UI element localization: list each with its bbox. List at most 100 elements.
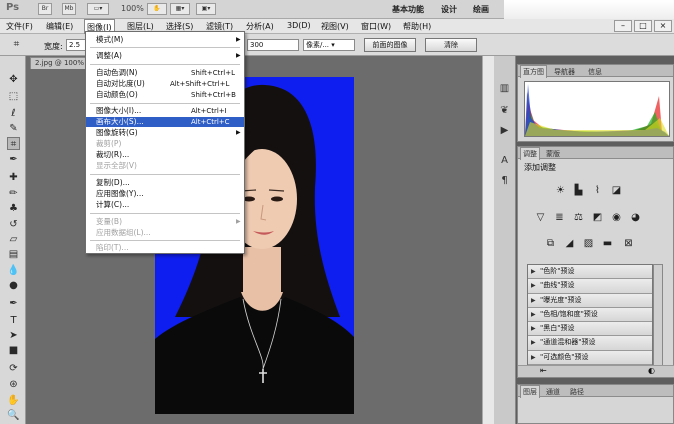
clone-stamp-icon[interactable]: ♣ <box>7 202 20 215</box>
menu-window[interactable]: 窗口(W) <box>361 21 391 32</box>
preset-selective-color[interactable]: ▶ "可选颜色"预设 <box>528 350 652 366</box>
width-field[interactable]: 2.5 <box>66 39 86 51</box>
brightness-contrast-icon[interactable]: ☀ <box>554 184 567 197</box>
path-select-tool-icon[interactable]: ➤ <box>7 329 20 342</box>
preset-exposure[interactable]: ▶ "曝光度"预设 <box>528 293 652 308</box>
menu-item-calculations[interactable]: 计算(C)... <box>86 200 244 210</box>
hue-saturation-icon[interactable]: ≣ <box>553 211 566 224</box>
zoom-tool-icon[interactable]: 🔍 <box>7 409 20 422</box>
workspace-basic[interactable]: 基本功能 <box>392 4 424 15</box>
channel-mixer-icon[interactable]: ◕ <box>629 211 642 224</box>
arrange-documents-button[interactable]: ▦▾ <box>170 3 190 15</box>
move-tool-icon[interactable]: ✥ <box>7 73 20 86</box>
eyedropper-tool-icon[interactable]: ✒ <box>7 153 20 166</box>
tab-paths[interactable]: 路径 <box>568 386 586 398</box>
type-tool-icon[interactable]: T <box>7 314 20 327</box>
threshold-icon[interactable]: ▨ <box>582 237 595 250</box>
photo-filter-icon[interactable]: ◉ <box>610 211 623 224</box>
preset-black-white[interactable]: ▶ "黑白"预设 <box>528 322 652 337</box>
lasso-tool-icon[interactable]: ℓ <box>7 107 20 120</box>
preset-hue-saturation[interactable]: ▶ "色相/饱和度"预设 <box>528 307 652 323</box>
maximize-button[interactable]: □ <box>634 20 652 32</box>
return-to-list-icon[interactable]: ⇤ <box>540 366 547 375</box>
brush-panel-icon[interactable]: ❦ <box>498 104 511 117</box>
healing-brush-icon[interactable]: ✚ <box>7 171 20 184</box>
history-panel-icon[interactable]: ▥ <box>498 82 511 95</box>
tab-adjustments[interactable]: 调整 <box>520 147 540 160</box>
preset-levels[interactable]: ▶ "色阶"预设 <box>528 265 652 280</box>
tab-masks[interactable]: 蒙版 <box>544 148 562 160</box>
selective-color-icon[interactable]: ⊠ <box>622 237 635 250</box>
menu-3d[interactable]: 3D(D) <box>287 21 311 30</box>
pen-tool-icon[interactable]: ✒ <box>7 297 20 310</box>
blur-tool-icon[interactable]: 💧 <box>7 264 20 277</box>
height-field[interactable]: 300 <box>247 39 299 51</box>
clear-button[interactable]: 清除 <box>425 38 477 52</box>
menu-item-trim[interactable]: 裁切(R)... <box>86 150 244 160</box>
menu-file[interactable]: 文件(F) <box>6 21 33 32</box>
gradient-map-icon[interactable]: ▬ <box>601 237 614 250</box>
menu-item-auto-color[interactable]: 自动颜色(O) Shift+Ctrl+B <box>86 90 244 100</box>
workspace-paint[interactable]: 绘画 <box>473 4 489 15</box>
vibrance-icon[interactable]: ▽ <box>534 211 547 224</box>
menu-item-auto-tone[interactable]: 自动色调(N) Shift+Ctrl+L <box>86 68 244 78</box>
posterize-icon[interactable]: ◢ <box>563 237 576 250</box>
shape-tool-icon[interactable]: ■ <box>7 344 20 357</box>
close-button[interactable]: × <box>654 20 672 32</box>
preset-curves[interactable]: ▶ "曲线"预设 <box>528 279 652 294</box>
panel-options-icon[interactable]: ◐ <box>648 366 655 375</box>
3d-rotate-tool-icon[interactable]: ⟳ <box>7 362 20 375</box>
preset-channel-mixer[interactable]: ▶ "通道混和器"预设 <box>528 336 652 351</box>
invert-icon[interactable]: ⧉ <box>544 237 557 250</box>
black-white-icon[interactable]: ◩ <box>591 211 604 224</box>
zoom-level[interactable]: 100% <box>121 4 144 13</box>
marquee-tool-icon[interactable]: ⬚ <box>7 90 20 103</box>
view-extras-button[interactable]: ▭▾ <box>87 3 109 15</box>
brush-tool-icon[interactable]: ✏ <box>7 187 20 200</box>
menu-view[interactable]: 视图(V) <box>321 21 349 32</box>
mini-bridge-button[interactable]: Mb <box>62 3 76 15</box>
tab-navigator[interactable]: 导航器 <box>552 66 577 78</box>
crop-tool-icon[interactable]: ⌗ <box>7 137 20 150</box>
tab-layers[interactable]: 图层 <box>520 385 540 398</box>
levels-icon[interactable]: ▙ <box>572 184 585 197</box>
menu-separator <box>90 103 240 104</box>
menu-help[interactable]: 帮助(H) <box>403 21 431 32</box>
color-balance-icon[interactable]: ⚖ <box>572 211 585 224</box>
menu-item-image-size[interactable]: 图像大小(I)... Alt+Ctrl+I <box>86 106 244 116</box>
menu-item-apply-image[interactable]: 应用图像(Y)... <box>86 189 244 199</box>
document-vertical-scrollbar[interactable] <box>482 56 494 424</box>
character-panel-icon[interactable]: A <box>498 154 511 167</box>
history-brush-icon[interactable]: ↺ <box>7 218 20 231</box>
gradient-tool-icon[interactable]: ▤ <box>7 248 20 261</box>
menu-item-image-rotation[interactable]: 图像旋转(G) ▶ <box>86 128 244 138</box>
tab-histogram[interactable]: 直方图 <box>520 65 547 78</box>
dodge-tool-icon[interactable]: ● <box>7 279 20 292</box>
quick-select-tool-icon[interactable]: ✎ <box>7 122 20 135</box>
curves-icon[interactable]: ⌇ <box>591 184 604 197</box>
hand-tool-icon[interactable]: ✋ <box>7 394 20 407</box>
3d-orbit-tool-icon[interactable]: ⊛ <box>7 378 20 391</box>
menu-item-mode[interactable]: 模式(M) ▶ <box>86 35 244 45</box>
menu-item-adjustments[interactable]: 调整(A) ▶ <box>86 51 244 61</box>
workspace-design[interactable]: 设计 <box>441 4 457 15</box>
front-image-button[interactable]: 前面的图像 <box>364 38 416 52</box>
menu-analysis[interactable]: 分析(A) <box>246 21 274 32</box>
menu-item-canvas-size[interactable]: 画布大小(S)... Alt+Ctrl+C <box>86 117 244 127</box>
minimize-button[interactable]: – <box>614 20 632 32</box>
actions-panel-icon[interactable]: ▶ <box>498 124 511 137</box>
presets-scrollbar[interactable] <box>653 264 663 369</box>
menu-item-duplicate[interactable]: 复制(D)... <box>86 178 244 188</box>
exposure-icon[interactable]: ◪ <box>610 184 623 197</box>
hand-tool-icon[interactable]: ✋ <box>147 3 167 15</box>
screen-mode-button[interactable]: ▣▾ <box>196 3 216 15</box>
crop-tool-preset-icon[interactable]: ⌗ <box>10 38 23 51</box>
paragraph-panel-icon[interactable]: ¶ <box>498 174 511 187</box>
menu-item-auto-contrast[interactable]: 自动对比度(U) Alt+Shift+Ctrl+L <box>86 79 244 89</box>
bridge-button[interactable]: Br <box>38 3 52 15</box>
menu-edit[interactable]: 编辑(E) <box>46 21 73 32</box>
unit-select[interactable]: 像素/... ▾ <box>303 39 355 51</box>
eraser-tool-icon[interactable]: ▱ <box>7 233 20 246</box>
tab-info[interactable]: 信息 <box>586 66 604 78</box>
tab-channels[interactable]: 通道 <box>544 386 562 398</box>
